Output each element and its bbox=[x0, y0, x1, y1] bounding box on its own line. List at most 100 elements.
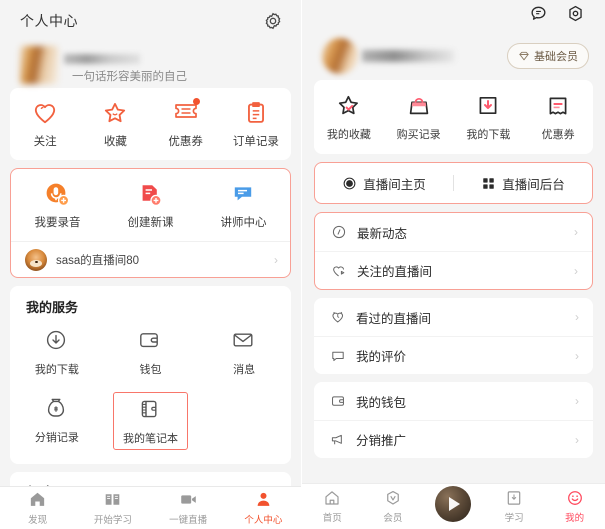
list-item-label: 关注的直播间 bbox=[357, 265, 433, 279]
megaphone-icon bbox=[331, 434, 342, 444]
creator-action-chuangjianxinke[interactable]: 创建新课 bbox=[104, 181, 197, 230]
coupon-badge-dot bbox=[192, 98, 200, 105]
rtab-label: 我的 bbox=[565, 513, 585, 524]
list-item-wodepingjia[interactable]: 我的评价 › bbox=[314, 336, 593, 374]
grid-squares-icon bbox=[483, 177, 494, 189]
rtab-xuexi[interactable]: 学习 bbox=[484, 489, 545, 524]
live-room-name: sasa的直播间80 bbox=[56, 254, 140, 267]
creator-action-label: 讲师中心 bbox=[220, 217, 267, 229]
list-item-wodeqianbao[interactable]: 我的钱包 › bbox=[314, 382, 593, 420]
list-item-label: 我的评价 bbox=[356, 350, 407, 364]
message-icon[interactable] bbox=[529, 4, 548, 28]
service-wodebijiben[interactable]: 我的笔记本 bbox=[104, 392, 198, 450]
chevron-right-icon: › bbox=[574, 225, 578, 239]
app-stage: 个人中心 一句话形容美丽的自己 关注 收藏 优惠券 订单记录 我要录音 创建新课… bbox=[0, 0, 605, 529]
gear-icon[interactable] bbox=[263, 11, 283, 31]
creator-actions-card: 我要录音 创建新课 讲师中心 sasa的直播间80 › bbox=[10, 168, 291, 278]
left-panel: 个人中心 一句话形容美丽的自己 关注 收藏 优惠券 订单记录 我要录音 创建新课… bbox=[0, 0, 302, 529]
heart-play-icon bbox=[333, 265, 345, 276]
quick-action-dingdanjilu[interactable]: 订单记录 bbox=[221, 100, 291, 149]
right-quick-actions-card: 我的收藏 购买记录 我的下载 优惠券 bbox=[314, 80, 593, 154]
settings-hex-icon[interactable] bbox=[566, 4, 585, 28]
quick-action-shoucang[interactable]: 收藏 bbox=[80, 100, 150, 149]
list-item-fenxiaotuiguang[interactable]: 分销推广 › bbox=[314, 420, 593, 458]
list-group-1: 最新动态 › 关注的直播间 › bbox=[314, 212, 593, 290]
tab-faxian[interactable]: 发现 bbox=[0, 490, 75, 526]
star-check-icon bbox=[336, 93, 362, 119]
quick-action-label: 关注 bbox=[33, 136, 57, 148]
chevron-right-icon: › bbox=[274, 252, 278, 267]
right-action-label: 我的收藏 bbox=[326, 129, 371, 141]
tab-gerenzhongxin[interactable]: 个人中心 bbox=[226, 490, 301, 526]
service-label: 我的笔记本 bbox=[122, 433, 178, 445]
quick-action-youhuiquan[interactable]: 优惠券 bbox=[151, 98, 221, 149]
tab-label: 发现 bbox=[28, 515, 48, 526]
rtab-play-button[interactable] bbox=[423, 485, 484, 522]
document-add-icon bbox=[137, 181, 163, 207]
list-item-zuixindongtai[interactable]: 最新动态 › bbox=[315, 213, 592, 251]
download-circle-icon bbox=[44, 328, 70, 354]
chevron-right-icon: › bbox=[575, 432, 579, 447]
right-action-label: 我的下载 bbox=[466, 129, 511, 141]
tab-label: 个人中心 bbox=[244, 515, 283, 526]
diamond-icon bbox=[519, 51, 529, 61]
live-entries-card: 直播间主页 直播间后台 bbox=[314, 162, 593, 204]
live-room-row[interactable]: sasa的直播间80 › bbox=[11, 241, 290, 277]
service-placeholder bbox=[197, 392, 291, 450]
right-panel: 基础会员 我的收藏 购买记录 我的下载 优惠券 直播间主页 直播间后台 最新动态… bbox=[302, 0, 605, 529]
creator-action-luyin[interactable]: 我要录音 bbox=[11, 181, 104, 230]
left-tabbar: 发现 开始学习 一键直播 个人中心 bbox=[0, 486, 301, 529]
list-group-3: 我的钱包 › 分销推广 › bbox=[314, 382, 593, 458]
live-entry-zhibojianzhuye[interactable]: 直播间主页 bbox=[315, 174, 453, 193]
rtab-huiyuan[interactable]: 会员 bbox=[363, 489, 424, 524]
avatar bbox=[20, 46, 58, 84]
quick-action-label: 订单记录 bbox=[232, 136, 279, 148]
rtab-label: 会员 bbox=[383, 513, 403, 524]
right-action-wodexiazai[interactable]: 我的下载 bbox=[454, 93, 524, 142]
list-item-label: 分销推广 bbox=[356, 434, 407, 448]
service-qianbao[interactable]: 钱包 bbox=[104, 324, 198, 380]
wallet-icon bbox=[137, 328, 163, 354]
quick-action-guanzhu[interactable]: 关注 bbox=[10, 100, 80, 149]
play-button-icon[interactable] bbox=[435, 485, 472, 522]
money-bag-icon bbox=[44, 396, 70, 422]
rtab-shouye[interactable]: 首页 bbox=[302, 489, 363, 524]
list-item-label: 最新动态 bbox=[357, 226, 408, 241]
creator-action-jiangshizhongxin[interactable]: 讲师中心 bbox=[197, 181, 290, 230]
right-profile[interactable]: 基础会员 bbox=[302, 32, 605, 80]
avatar bbox=[322, 38, 358, 74]
dog-avatar bbox=[25, 248, 47, 271]
right-action-youhuiquan[interactable]: 优惠券 bbox=[523, 93, 593, 142]
envelope-icon bbox=[231, 328, 257, 354]
service-xiaoxi[interactable]: 消息 bbox=[197, 324, 291, 380]
right-action-goumaijilu[interactable]: 购买记录 bbox=[384, 93, 454, 142]
vip-badge[interactable]: 基础会员 bbox=[507, 43, 589, 69]
chevron-right-icon: › bbox=[575, 394, 579, 408]
service-wodexiazai[interactable]: 我的下载 bbox=[10, 324, 104, 380]
right-action-wodeshoucang[interactable]: 我的收藏 bbox=[314, 93, 384, 142]
rtab-wode[interactable]: 我的 bbox=[544, 489, 605, 524]
list-item-guanzhudezhibojian[interactable]: 关注的直播间 › bbox=[315, 251, 592, 289]
download-box-icon bbox=[475, 93, 501, 119]
rtab-label: 首页 bbox=[322, 513, 342, 524]
quick-action-label: 优惠券 bbox=[168, 136, 203, 148]
tab-yijianzhibo[interactable]: 一键直播 bbox=[151, 490, 226, 526]
live-entry-label: 直播间后台 bbox=[502, 177, 565, 192]
wallet-icon bbox=[332, 396, 344, 406]
chevron-right-icon: › bbox=[575, 310, 579, 324]
left-profile[interactable]: 一句话形容美丽的自己 bbox=[0, 42, 301, 88]
live-entry-zhibojianhoutai[interactable]: 直播间后台 bbox=[454, 174, 592, 193]
service-label: 消息 bbox=[233, 364, 256, 376]
shopping-bag-icon bbox=[406, 93, 432, 119]
quick-action-label: 收藏 bbox=[103, 136, 127, 148]
right-tabbar: 首页 会员 学习 我的 bbox=[302, 483, 605, 529]
service-label: 我的下载 bbox=[34, 364, 79, 376]
chevron-right-icon: › bbox=[574, 263, 578, 278]
right-action-label: 优惠券 bbox=[541, 129, 575, 141]
tab-kaishixuexi[interactable]: 开始学习 bbox=[75, 490, 150, 526]
service-fenxiaojilu[interactable]: 分销记录 bbox=[10, 392, 104, 450]
coupon-ticket-icon bbox=[545, 93, 571, 119]
creator-action-label: 创建新课 bbox=[127, 217, 174, 229]
tab-label: 开始学习 bbox=[93, 515, 132, 526]
list-item-kanguodezhibojian[interactable]: 看过的直播间 › bbox=[314, 298, 593, 336]
